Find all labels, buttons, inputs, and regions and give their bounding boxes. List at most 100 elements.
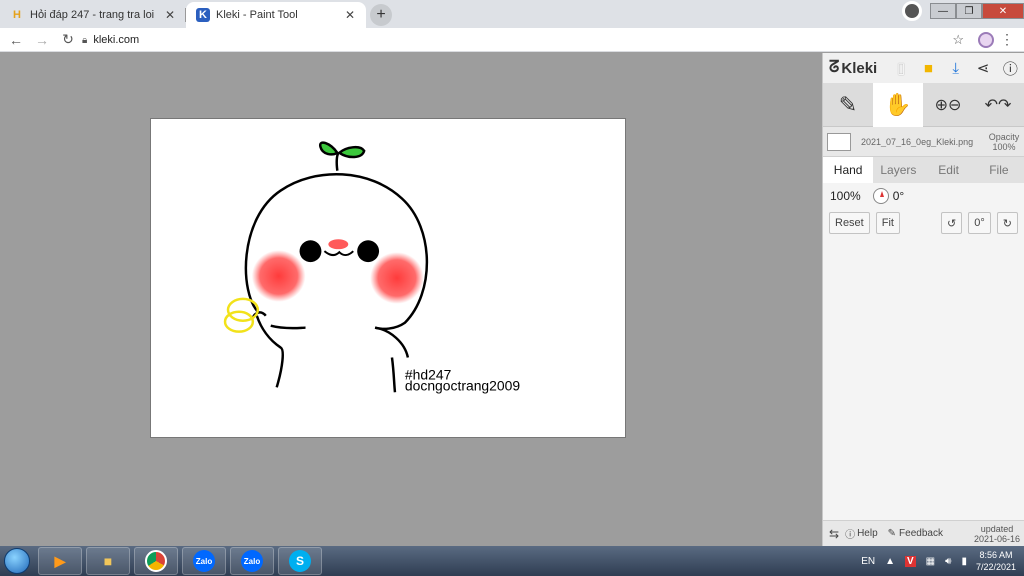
brush-tool-icon[interactable]: ✎ bbox=[823, 83, 873, 127]
zoom-value: 100% bbox=[830, 189, 861, 203]
share-icon[interactable]: ⋖ bbox=[969, 53, 996, 83]
window-controls: — ❐ ✕ bbox=[902, 0, 1024, 22]
file-name: 2021_07_16_0eg_Kleki.png bbox=[861, 136, 974, 147]
profile-icon[interactable] bbox=[902, 1, 922, 21]
clock[interactable]: 8:56 AM 7/22/2021 bbox=[976, 549, 1016, 573]
taskbar-media-player[interactable]: ▶ bbox=[38, 547, 82, 575]
canvas-workspace[interactable]: #hd247 docngoctrang2009 bbox=[0, 53, 822, 546]
sprout-stem bbox=[335, 152, 340, 171]
tab-close-icon[interactable]: ✕ bbox=[342, 7, 358, 23]
taskbar-zalo-2[interactable]: Zalo bbox=[230, 547, 274, 575]
tab-file[interactable]: File bbox=[974, 157, 1024, 183]
file-info-row: 2021_07_16_0eg_Kleki.png Opacity 100% bbox=[823, 127, 1024, 157]
back-arrow-icon[interactable]: ← bbox=[4, 28, 28, 52]
view-buttons: Reset Fit ↺ 0° ↻ bbox=[823, 209, 1024, 237]
undo-redo-icon[interactable]: ↶↷ bbox=[973, 83, 1023, 127]
download-icon[interactable]: ⤓ bbox=[942, 53, 969, 83]
start-button[interactable] bbox=[0, 546, 34, 576]
new-file-icon[interactable]: ▯ bbox=[888, 53, 915, 83]
tab-hoidap247[interactable]: H Hỏi đáp 247 - trang tra loi ✕ bbox=[0, 2, 186, 28]
tab-title: Hỏi đáp 247 - trang tra loi bbox=[30, 9, 155, 21]
tab-hand[interactable]: Hand bbox=[823, 157, 874, 183]
updated-date: 2021-06-16 bbox=[973, 533, 1020, 544]
help-circle-icon[interactable]: ⓘ bbox=[997, 53, 1024, 83]
halo-ring-2 bbox=[223, 310, 255, 333]
reload-icon[interactable]: ↻ bbox=[56, 28, 80, 52]
browser-tab-strip: H Hỏi đáp 247 - trang tra loi ✕ K Kleki … bbox=[0, 0, 1024, 28]
volume-icon[interactable]: 🔊︎ bbox=[945, 556, 951, 567]
fit-button[interactable]: Fit bbox=[875, 212, 900, 234]
antivirus-icon[interactable]: V bbox=[905, 555, 916, 567]
tab-edit[interactable]: Edit bbox=[924, 157, 974, 183]
layer-thumbnail[interactable] bbox=[827, 132, 851, 151]
right-eye bbox=[357, 240, 380, 263]
swap-arrows-icon[interactable]: ⇆ bbox=[829, 527, 839, 541]
close-window-button[interactable]: ✕ bbox=[982, 3, 1024, 19]
open-folder-icon[interactable]: ■ bbox=[915, 53, 942, 83]
address-bar[interactable]: 🔒︎ kleki.com bbox=[82, 30, 972, 50]
drawing-artwork: #hd247 docngoctrang2009 bbox=[223, 141, 520, 393]
tab-kleki[interactable]: K Kleki - Paint Tool ✕ bbox=[186, 2, 366, 28]
tab-close-icon[interactable]: ✕ bbox=[162, 7, 178, 23]
clock-date: 7/22/2021 bbox=[975, 562, 1016, 572]
taskbar-zalo-1[interactable]: Zalo bbox=[182, 547, 226, 575]
taskbar-explorer[interactable]: ■ bbox=[86, 547, 130, 575]
feedback-link[interactable]: Feedback bbox=[899, 528, 943, 539]
rotate-left-icon[interactable]: ↺ bbox=[941, 212, 963, 234]
forward-arrow-icon[interactable]: → bbox=[30, 28, 54, 52]
opacity-label: Opacity bbox=[988, 131, 1020, 142]
left-eye bbox=[299, 240, 322, 263]
signal-icon[interactable]: ▮ bbox=[961, 556, 967, 567]
mouth bbox=[323, 250, 354, 257]
halo-ring-1 bbox=[226, 297, 260, 322]
rotate-right-icon[interactable]: ↻ bbox=[996, 212, 1018, 234]
drawing-canvas[interactable]: #hd247 docngoctrang2009 bbox=[150, 118, 626, 438]
left-blush bbox=[251, 250, 306, 302]
reset-button[interactable]: Reset bbox=[829, 212, 870, 234]
brand-row: ᘔ Kleki ▯ ■ ⤓ ⋖ ⓘ bbox=[823, 53, 1024, 83]
chrome-icon bbox=[145, 550, 167, 572]
tab-layers[interactable]: Layers bbox=[873, 157, 923, 183]
taskbar-skype[interactable]: S bbox=[278, 547, 322, 575]
browser-toolbar: ← → ↻ 🔒︎ kleki.com ☆ ⋮ bbox=[0, 28, 1024, 52]
kleki-logo[interactable]: ᘔ Kleki bbox=[829, 59, 888, 77]
extension-icon[interactable] bbox=[978, 32, 994, 48]
hoidap-favicon-icon: H bbox=[13, 9, 21, 21]
language-indicator[interactable]: EN bbox=[861, 556, 875, 567]
media-player-icon: ▶ bbox=[54, 552, 66, 569]
sprout-leaf-right bbox=[337, 145, 366, 159]
right-leg bbox=[390, 357, 397, 393]
zoom-tools-icon[interactable]: ⊕⊖ bbox=[923, 83, 973, 127]
kleki-favicon-icon: K bbox=[196, 8, 210, 22]
hand-tool-icon[interactable]: ✋ bbox=[873, 83, 923, 127]
windows-logo-icon bbox=[4, 548, 30, 574]
more-menu-icon[interactable]: ⋮ bbox=[1000, 31, 1014, 48]
network-icon[interactable]: ▦ bbox=[926, 556, 935, 567]
right-arm bbox=[374, 326, 410, 358]
angle-button[interactable]: 0° bbox=[968, 212, 991, 234]
signature-line-2: docngoctrang2009 bbox=[405, 377, 520, 393]
panel-tabs: Hand Layers Edit File bbox=[823, 157, 1024, 183]
sprout-leaf-left bbox=[319, 141, 340, 156]
help-icon[interactable]: ⓘ bbox=[845, 526, 855, 541]
panel-footer: ⇆ ⓘ Help ✎ Feedback updated 2021-06-16 bbox=[823, 520, 1024, 546]
clock-time: 8:56 AM bbox=[979, 550, 1013, 560]
taskbar-chrome[interactable] bbox=[134, 547, 178, 575]
help-link[interactable]: Help bbox=[857, 528, 878, 539]
skype-icon: S bbox=[289, 550, 311, 572]
windows-taskbar: ▶ ■ Zalo Zalo S EN ▲ V ▦ 🔊︎ ▮ 8:56 AM 7/… bbox=[0, 546, 1024, 576]
right-blush bbox=[370, 252, 424, 304]
new-tab-button[interactable]: + bbox=[370, 4, 392, 26]
opacity-readout: Opacity 100% bbox=[984, 132, 1024, 152]
compass-icon bbox=[872, 188, 889, 204]
bookmark-star-icon[interactable]: ☆ bbox=[952, 32, 964, 48]
view-readout-row: 100% 0° bbox=[823, 183, 1024, 209]
updated-label: updated bbox=[980, 523, 1014, 534]
tray-expand-icon[interactable]: ▲ bbox=[885, 556, 895, 567]
updated-info: updated 2021-06-16 bbox=[974, 524, 1020, 544]
kleki-side-panel: ᘔ Kleki ▯ ■ ⤓ ⋖ ⓘ ✎ ✋ ⊕⊖ ↶↷ 2021_07_16_0… bbox=[822, 53, 1024, 546]
maximize-button[interactable]: ❐ bbox=[956, 3, 982, 19]
opacity-value: 100% bbox=[992, 141, 1016, 152]
minimize-button[interactable]: — bbox=[930, 3, 956, 19]
nose-blush bbox=[328, 239, 349, 250]
